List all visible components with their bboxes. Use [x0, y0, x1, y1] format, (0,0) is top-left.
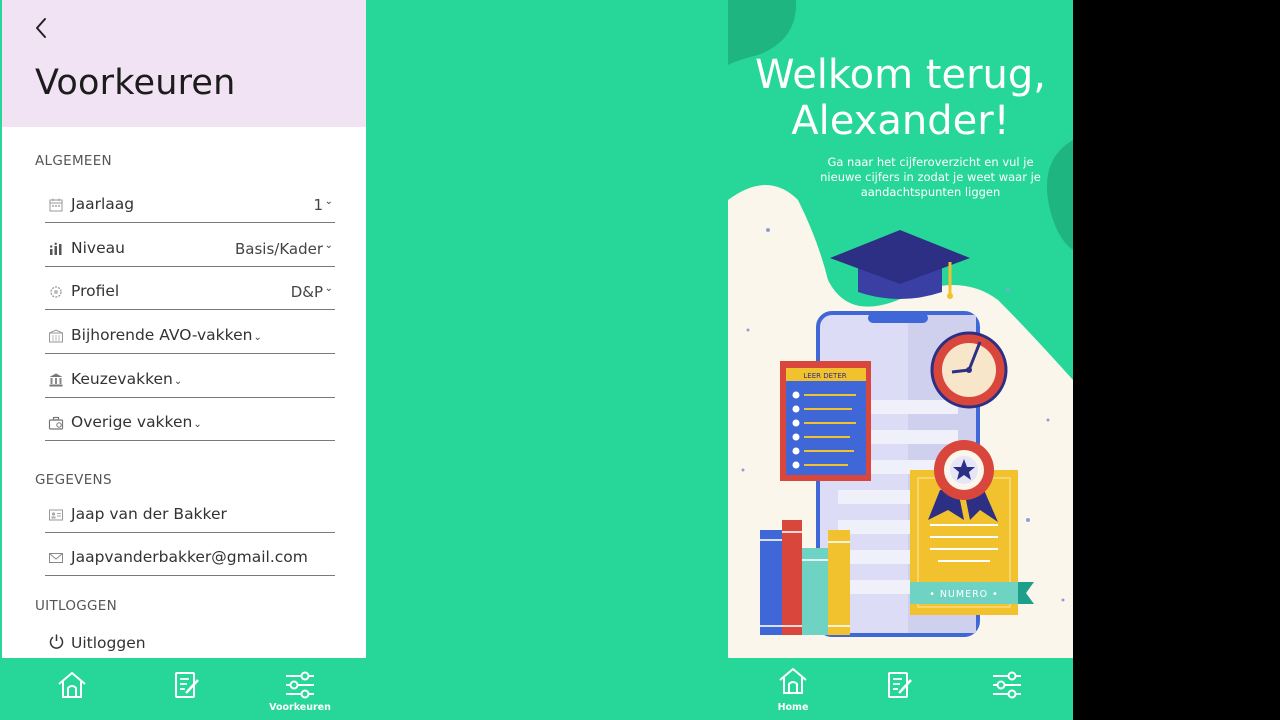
- bottom-nav-right: Home: [728, 658, 1073, 720]
- preferences-panel: Voorkeuren ALGEMEEN Jaarlaag 1 ⌄ Niveau …: [2, 0, 366, 658]
- phone-notch: [868, 313, 928, 323]
- nav-preferences-label: Voorkeuren: [269, 702, 331, 713]
- chevron-down-icon: ⌄: [193, 419, 202, 430]
- section-details: GEGEVENS: [35, 472, 112, 488]
- level-bars-icon: [50, 242, 62, 255]
- nav-grades[interactable]: [147, 658, 227, 720]
- chevron-down-icon: ⌄: [324, 283, 333, 294]
- profile-gear-icon: [50, 286, 62, 298]
- welcome-title-line1: Welkom terug,: [754, 52, 1046, 98]
- sliders-icon: [286, 671, 314, 699]
- electives-text: Keuzevakken: [71, 370, 173, 388]
- power-icon: [49, 634, 64, 649]
- avo-subjects-select[interactable]: Bijhorende AVO-vakken⌄: [45, 322, 335, 354]
- section-logout: UITLOGGEN: [35, 598, 118, 614]
- screen: Voorkeuren ALGEMEEN Jaarlaag 1 ⌄ Niveau …: [0, 0, 1280, 720]
- other-subjects-text: Overige vakken: [71, 413, 193, 431]
- clock-icon: [930, 331, 1008, 409]
- nav-preferences[interactable]: [967, 658, 1047, 720]
- grades-edit-icon: [888, 672, 912, 698]
- profile-value: D&P: [290, 283, 323, 301]
- bottom-nav: Voorkeuren: [2, 658, 366, 720]
- chevron-down-icon: ⌄: [324, 240, 333, 251]
- black-margin: [1073, 0, 1280, 720]
- nav-home-label: Home: [777, 702, 809, 713]
- name-value: Jaap van der Bakker: [71, 505, 227, 523]
- email-field[interactable]: Jaapvanderbakker@gmail.com: [45, 544, 335, 576]
- level-select[interactable]: Niveau Basis/Kader ⌄: [45, 235, 335, 267]
- logout-button[interactable]: Uitloggen: [45, 631, 245, 655]
- welcome-screen: LEER DETER • NUMERO • Welkom terug, Alex…: [728, 0, 1073, 720]
- page-title: Voorkeuren: [35, 63, 236, 103]
- welcome-title: Welkom terug, Alexander!: [728, 52, 1073, 144]
- nav-home[interactable]: [32, 658, 112, 720]
- chevron-down-icon: ⌄: [173, 376, 183, 387]
- certificate-label: • NUMERO •: [929, 589, 999, 600]
- profile-label: Profiel: [71, 282, 120, 300]
- building-icon: [49, 373, 63, 387]
- nav-home[interactable]: Home: [753, 658, 833, 720]
- grades-edit-icon: [175, 672, 199, 698]
- nav-grades[interactable]: [860, 658, 940, 720]
- home-icon: [779, 668, 807, 694]
- chevron-down-icon: ⌄: [253, 332, 262, 343]
- id-card-icon: [49, 509, 63, 521]
- avo-subjects-label: Bijhorende AVO-vakken⌄: [71, 326, 262, 344]
- electives-label: Keuzevakken⌄: [71, 370, 182, 388]
- books-icon: [49, 329, 63, 343]
- welcome-subtitle: Ga naar het cijferoverzicht en vul je ni…: [820, 155, 1041, 199]
- year-value: 1: [313, 196, 323, 214]
- back-arrow-icon[interactable]: [30, 14, 54, 42]
- email-value: Jaapvanderbakker@gmail.com: [71, 548, 308, 566]
- nav-preferences[interactable]: Voorkeuren: [260, 658, 340, 720]
- preferences-header: Voorkeuren: [2, 0, 366, 127]
- profile-select[interactable]: Profiel D&P ⌄: [45, 278, 335, 310]
- calendar-icon: [49, 198, 63, 212]
- logout-label: Uitloggen: [71, 634, 146, 652]
- welcome-title-line2: Alexander!: [791, 98, 1010, 144]
- year-label: Jaarlaag: [71, 195, 135, 213]
- other-subjects-select[interactable]: Overige vakken⌄: [45, 409, 335, 441]
- envelope-icon: [49, 553, 63, 563]
- other-subjects-label: Overige vakken⌄: [71, 413, 202, 431]
- preferences-screen: Voorkeuren ALGEMEEN Jaarlaag 1 ⌄ Niveau …: [2, 0, 366, 720]
- level-label: Niveau: [71, 239, 125, 257]
- electives-select[interactable]: Keuzevakken⌄: [45, 366, 335, 398]
- avo-subjects-text: Bijhorende AVO-vakken: [71, 326, 253, 344]
- year-select[interactable]: Jaarlaag 1 ⌄: [45, 191, 335, 223]
- section-general: ALGEMEEN: [35, 153, 112, 169]
- briefcase-icon: [48, 416, 64, 430]
- graduation-cap-icon: [830, 230, 970, 299]
- clipboard-label: LEER DETER: [803, 372, 846, 380]
- level-value: Basis/Kader: [234, 240, 323, 258]
- chevron-down-icon: ⌄: [324, 196, 333, 207]
- home-icon: [58, 672, 86, 698]
- name-field[interactable]: Jaap van der Bakker: [45, 501, 335, 533]
- sliders-icon: [993, 671, 1021, 699]
